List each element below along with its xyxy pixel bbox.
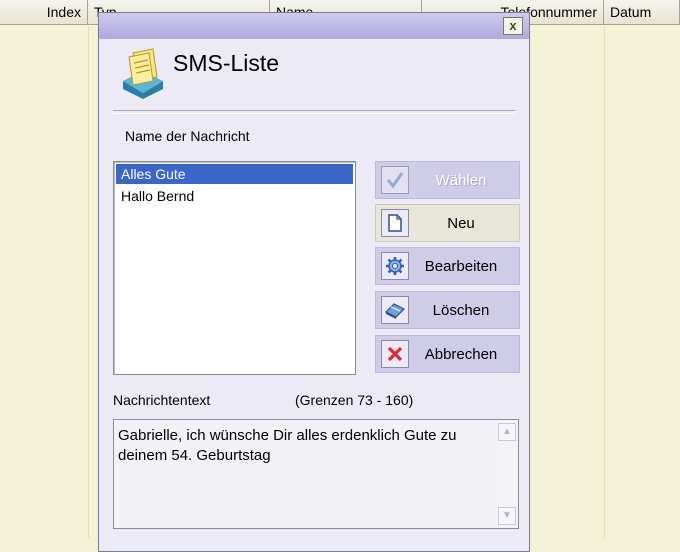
- sms-list-dialog: x SMS-Liste Name der Nachricht Alles Gut…: [98, 12, 530, 552]
- edit-button[interactable]: Bearbeiten: [375, 247, 520, 285]
- message-name-label: Name der Nachricht: [125, 128, 250, 144]
- close-button[interactable]: x: [503, 17, 523, 35]
- list-item[interactable]: Alles Gute: [116, 164, 353, 184]
- check-icon: [381, 166, 409, 194]
- column-divider: [88, 26, 89, 538]
- dialog-titlebar[interactable]: x: [99, 13, 529, 39]
- column-divider: [604, 26, 605, 538]
- gear-icon: [381, 252, 409, 280]
- vertical-scrollbar[interactable]: ▲ ▼: [497, 421, 517, 527]
- select-button[interactable]: Wählen: [375, 161, 520, 199]
- cancel-button[interactable]: Abbrechen: [375, 335, 520, 373]
- delete-button-label: Löschen: [432, 301, 490, 319]
- new-button[interactable]: Neu: [375, 204, 520, 242]
- scroll-up-icon[interactable]: ▲: [498, 423, 516, 441]
- new-button-label: Neu: [447, 214, 475, 232]
- message-text: Gabrielle, ich wünsche Dir alles erdenkl…: [118, 427, 457, 464]
- message-textarea[interactable]: Gabrielle, ich wünsche Dir alles erdenkl…: [113, 419, 519, 529]
- message-text-label: Nachrichtentext: [113, 392, 211, 408]
- select-button-label: Wählen: [435, 171, 487, 189]
- sms-list-icon: [123, 48, 163, 99]
- divider: [113, 110, 515, 114]
- delete-button[interactable]: Löschen: [375, 291, 520, 329]
- column-header-index[interactable]: Index: [0, 0, 88, 25]
- list-item[interactable]: Hallo Bernd: [116, 186, 353, 206]
- message-list[interactable]: Alles Gute Hallo Bernd: [113, 161, 356, 375]
- scroll-down-icon[interactable]: ▼: [498, 507, 516, 525]
- new-document-icon: [381, 209, 409, 237]
- eraser-icon: [381, 296, 409, 324]
- cancel-button-label: Abbrechen: [424, 345, 498, 363]
- character-limits-label: (Grenzen 73 - 160): [295, 392, 414, 408]
- edit-button-label: Bearbeiten: [424, 257, 498, 275]
- dialog-title: SMS-Liste: [173, 50, 280, 76]
- column-header-date[interactable]: Datum: [604, 0, 680, 25]
- red-x-icon: [381, 340, 409, 368]
